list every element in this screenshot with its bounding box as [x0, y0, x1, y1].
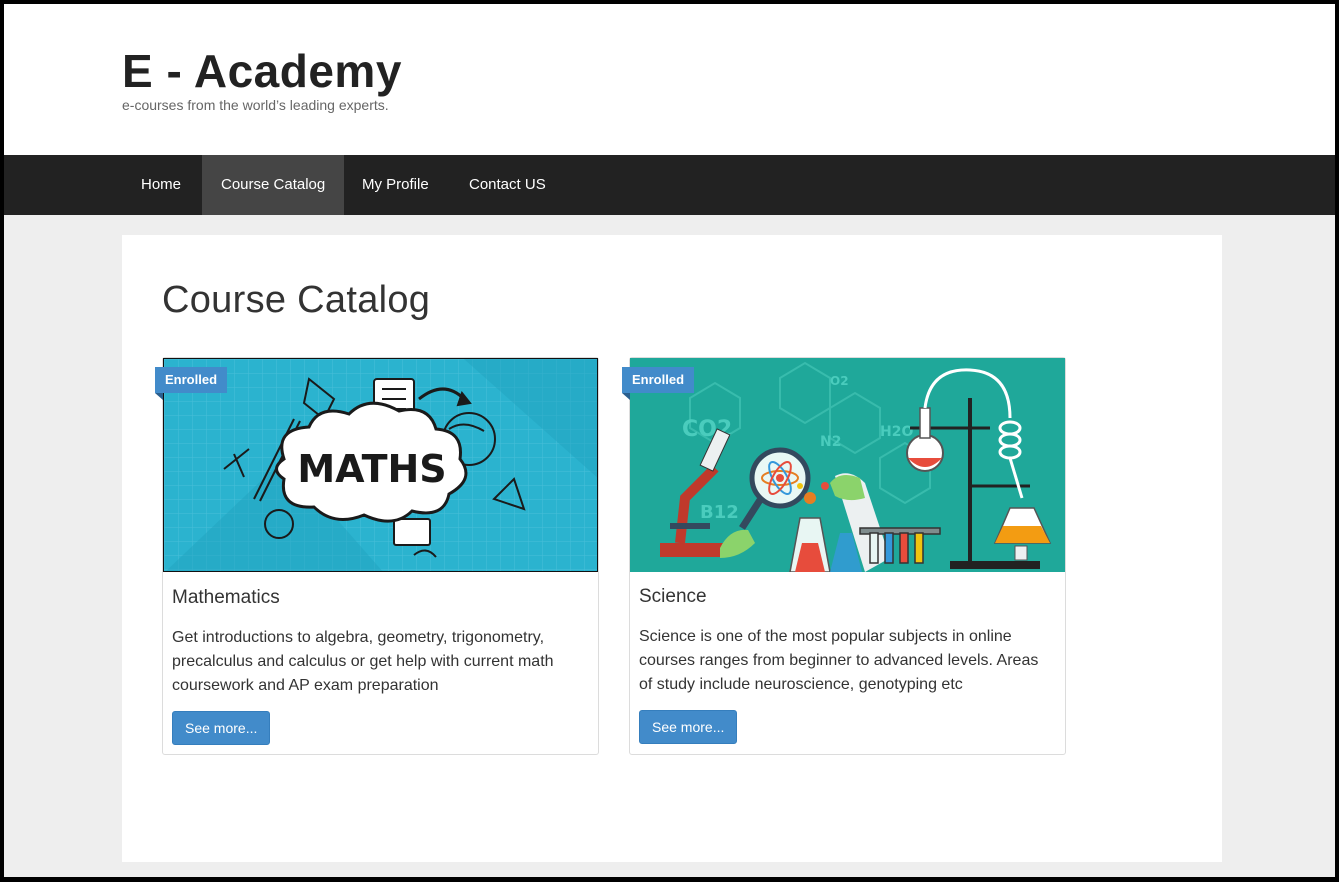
science-image: CO2 O2 N2 H2O B12	[630, 358, 1065, 572]
site-title[interactable]: E - Academy	[122, 44, 402, 98]
site-tagline: e-courses from the world’s leading exper…	[122, 97, 389, 113]
label-h2o: H2O	[880, 424, 913, 440]
label-n2: N2	[820, 434, 841, 450]
label-o2: O2	[830, 374, 849, 388]
main-content: Course Catalog MATHS Enrolled Mathematic…	[122, 235, 1222, 862]
course-title: Mathematics	[172, 587, 280, 608]
enrolled-badge: Enrolled	[155, 367, 228, 400]
page-frame: E - Academy e-courses from the world’s l…	[4, 4, 1335, 877]
course-title: Science	[639, 586, 707, 607]
see-more-button[interactable]: See more...	[639, 710, 738, 744]
see-more-button[interactable]: See more...	[172, 711, 271, 745]
maths-image: MATHS	[164, 359, 597, 571]
enrolled-badge: Enrolled	[622, 367, 695, 400]
nav-item-course-catalog[interactable]: Course Catalog	[202, 155, 345, 215]
course-card-mathematics: MATHS Enrolled Mathematics Get introduct…	[155, 357, 599, 755]
nav-item-my-profile[interactable]: My Profile	[343, 155, 448, 215]
maths-illustration[interactable]: MATHS	[163, 358, 598, 572]
course-description: Get introductions to algebra, geometry, …	[172, 629, 554, 694]
maths-image-text: MATHS	[297, 447, 446, 491]
nav-item-contact-us[interactable]: Contact US	[450, 155, 565, 215]
page-title: Course Catalog	[162, 279, 431, 321]
label-b12: B12	[700, 502, 739, 523]
course-description: Science is one of the most popular subje…	[639, 628, 1039, 693]
science-lab-illustration[interactable]: CO2 O2 N2 H2O B12	[630, 358, 1065, 572]
site-header: E - Academy e-courses from the world’s l…	[4, 4, 1335, 155]
nav-item-home[interactable]: Home	[122, 155, 200, 215]
main-nav: Home Course Catalog My Profile Contact U…	[4, 155, 1335, 215]
course-card-science: CO2 O2 N2 H2O B12 Enrolled Science Scien…	[622, 357, 1066, 755]
